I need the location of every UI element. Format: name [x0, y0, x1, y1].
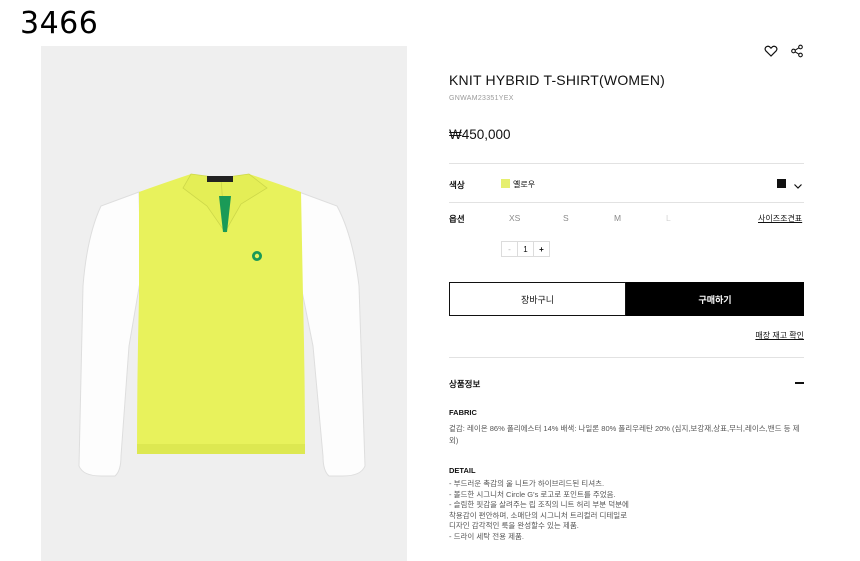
size-option-label: 옵션	[449, 214, 465, 224]
fabric-text: 겉감: 레이온 86% 폴리에스터 14% 배색: 나일론 80% 폴리우레탄 …	[449, 424, 800, 445]
heart-icon[interactable]	[764, 44, 778, 58]
divider	[449, 163, 804, 164]
divider	[449, 357, 804, 358]
selected-color-name: 옐로우	[513, 180, 536, 189]
quantity-value[interactable]: 1	[517, 242, 533, 256]
product-image	[41, 46, 407, 561]
product-price: ₩450,000	[449, 127, 511, 142]
store-stock-link[interactable]: 매장 재고 확인	[755, 330, 804, 341]
top-icon-group	[764, 44, 804, 58]
shirt-illustration	[78, 173, 366, 477]
detail-line: 디자인 감각적인 룩을 완성할수 있는 제품.	[449, 521, 579, 531]
color-option-label: 색상	[449, 180, 465, 190]
detail-line: 착용감이 편안하며, 소매단의 시그니처 트리컬러 디테일로	[449, 510, 628, 520]
yellow-color-swatch[interactable]	[501, 179, 510, 188]
quantity-stepper: - 1 +	[501, 241, 550, 257]
size-option-s[interactable]: S	[563, 213, 569, 223]
product-code: GNWAM23351YEX	[449, 95, 514, 102]
detail-list: - 부드러운 촉감의 울 니트가 하이브리드된 티셔츠. - 볼드한 시그니처 …	[449, 479, 804, 543]
fabric-heading: FABRIC	[449, 408, 477, 417]
detail-line: - 부드러운 촉감의 울 니트가 하이브리드된 티셔츠.	[449, 479, 605, 488]
add-to-cart-button[interactable]: 장바구니	[449, 282, 626, 316]
size-option-xs[interactable]: XS	[509, 213, 520, 223]
size-guide-link[interactable]: 사이즈조견표	[758, 213, 802, 224]
detail-line: - 드라이 세탁 전용 제품.	[449, 531, 525, 541]
share-icon[interactable]	[790, 44, 804, 58]
quantity-decrease-button[interactable]: -	[502, 242, 517, 256]
left-sleeve	[78, 191, 142, 477]
chevron-down-icon[interactable]	[793, 178, 803, 189]
divider	[449, 202, 804, 203]
collapse-icon[interactable]	[795, 382, 804, 384]
right-sleeve	[298, 191, 366, 477]
detail-line: - 슬림한 핏감을 살려주는 립 조직의 니트 허리 부분 덕분에	[449, 500, 629, 510]
quantity-increase-button[interactable]: +	[533, 242, 549, 256]
size-option-m[interactable]: M	[614, 213, 621, 223]
product-info-heading: 상품정보	[449, 379, 481, 389]
black-color-swatch[interactable]	[777, 179, 786, 188]
buy-now-button[interactable]: 구매하기	[626, 282, 804, 316]
detail-line: - 볼드한 시그니처 Circle G's 로고로 포인트를 주었음.	[449, 489, 616, 499]
product-title: KNIT HYBRID T-SHIRT(WOMEN)	[449, 72, 665, 88]
detail-heading: DETAIL	[449, 466, 476, 475]
size-option-l[interactable]: L	[666, 213, 671, 223]
corner-number-label: 3466	[20, 6, 99, 41]
neck-label	[207, 176, 233, 182]
